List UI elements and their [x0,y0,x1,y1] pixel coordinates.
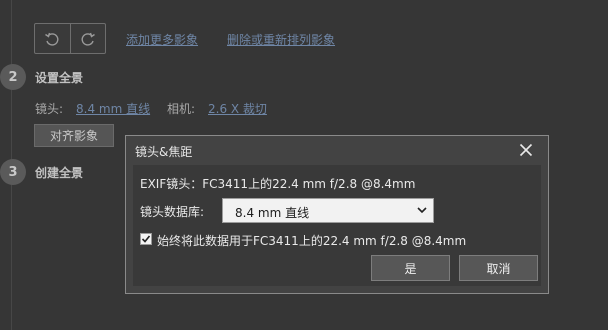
undo-icon [45,32,59,46]
lens-database-select[interactable]: 8.4 mm 直线 [222,198,434,223]
lens-focal-dialog: 镜头&焦距 EXIF镜头：FC3411上的22.4 mm f/2.8 @8.4m… [125,135,549,294]
dialog-close-button[interactable] [516,140,536,160]
lens-database-label: 镜头数据库: [140,205,205,219]
dialog-title: 镜头&焦距 [135,145,193,159]
lens-value-link[interactable]: 8.4 mm 直线 [76,100,150,117]
step-2-badge: 2 [0,64,26,90]
exif-lens-text: EXIF镜头：FC3411上的22.4 mm f/2.8 @8.4mm [140,177,416,191]
cancel-button[interactable]: 取消 [459,255,538,281]
always-use-label: 始终将此数据用于FC3411上的22.4 mm f/2.8 @8.4mm [157,234,467,248]
redo-button[interactable] [69,24,106,53]
step-3-title: 创建全景 [35,166,84,180]
dialog-body: EXIF镜头：FC3411上的22.4 mm f/2.8 @8.4mm 镜头数据… [133,165,541,286]
lens-label: 镜头: [35,102,64,116]
close-icon [519,143,533,157]
step-3-badge: 3 [0,159,26,185]
redo-icon [81,32,95,46]
chevron-down-icon [417,207,427,214]
add-images-link[interactable]: 添加更多影象 [126,31,198,48]
checkmark-icon [141,235,151,243]
camera-label: 相机: [167,102,196,116]
align-images-button[interactable]: 对齐影象 [34,124,114,147]
rotate-button-group [34,23,106,54]
remove-reorder-link[interactable]: 删除或重新排列影象 [227,31,335,48]
ok-button[interactable]: 是 [371,255,450,281]
step-2-title: 设置全景 [35,71,84,85]
always-use-checkbox[interactable] [140,233,152,245]
undo-button[interactable] [35,24,70,53]
camera-value-link[interactable]: 2.6 X 裁切 [208,100,267,117]
lens-database-value: 8.4 mm 直线 [235,206,310,220]
